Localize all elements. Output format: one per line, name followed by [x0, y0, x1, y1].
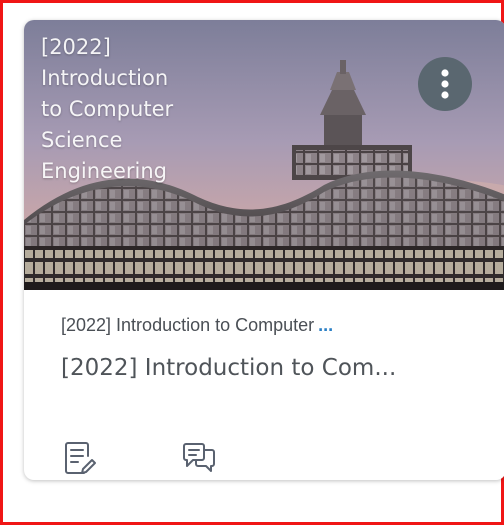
course-code[interactable]: [2022] Introduction to Computer... — [61, 315, 461, 336]
assignments-icon — [65, 442, 96, 474]
kebab-menu-icon — [441, 69, 449, 99]
card-options-button[interactable] — [418, 57, 472, 111]
course-name[interactable]: [2022] Introduction to Com... — [61, 355, 396, 381]
course-card[interactable]: [2022] Introduction to Computer Science … — [24, 20, 504, 480]
discussions-icon — [183, 443, 215, 472]
course-code-text: [2022] Introduction to Computer — [61, 315, 315, 335]
course-image[interactable]: [2022] Introduction to Computer Science … — [24, 20, 504, 290]
assignments-button[interactable] — [62, 440, 98, 476]
course-code-ellipsis: ... — [318, 315, 334, 335]
discussions-button[interactable] — [181, 440, 217, 476]
image-title-text: [2022] Introduction to Computer Science … — [41, 35, 174, 183]
